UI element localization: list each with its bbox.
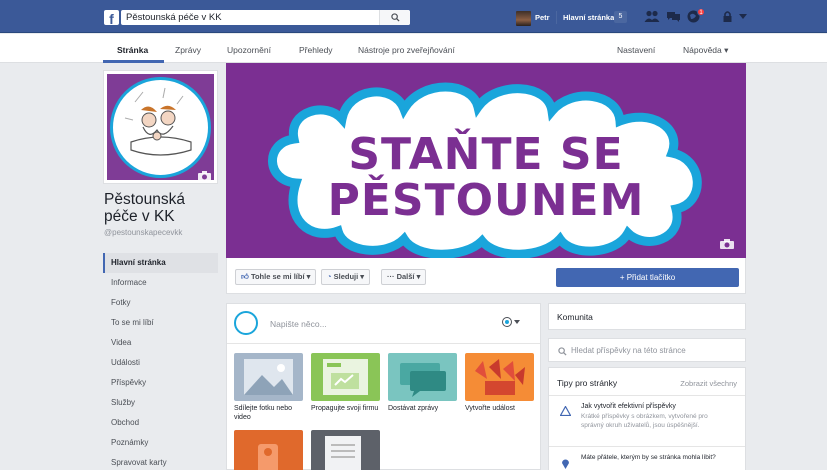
- home-count-badge: 5: [614, 11, 627, 23]
- user-avatar[interactable]: [516, 11, 531, 26]
- promote-business-label[interactable]: Propagujte svoji firmu: [311, 404, 383, 413]
- page-sidebar-nav: Hlavní stránka Informace Fotky To se mi …: [103, 253, 218, 470]
- tip-efficient-posts-description: Krátké příspěvky s obrázkem, vytvořené p…: [581, 413, 708, 429]
- add-button[interactable]: + Přidat tlačítko: [556, 268, 739, 287]
- tab-page[interactable]: Stránka: [117, 45, 148, 55]
- cover-headline-line1: STAŇTE SE: [348, 129, 624, 180]
- divider: [549, 395, 745, 396]
- page-post-search[interactable]: Hledat příspěvky na této stránce: [548, 338, 746, 362]
- share-photo-tile[interactable]: [234, 353, 303, 401]
- page-action-bar: 👍︎ Tohle se mi líbí ▾ ◔ Sleduji ▾ ··· Da…: [226, 258, 746, 294]
- triangle-tip-icon: [560, 406, 571, 416]
- search-box[interactable]: Pěstounská péče v KK: [121, 10, 410, 25]
- page-username: @pestounskapecevkk: [104, 228, 183, 237]
- sidebar-item-events[interactable]: Události: [103, 353, 218, 373]
- divider: [227, 343, 540, 344]
- get-messages-label[interactable]: Dostávat zprávy: [388, 404, 460, 413]
- user-name-link[interactable]: Petr: [535, 13, 550, 22]
- active-tab-indicator: [103, 60, 164, 63]
- follow-button-label: Sleduji ▾: [333, 272, 365, 281]
- sidebar-item-home[interactable]: Hlavní stránka: [103, 253, 218, 273]
- note-icon: [325, 436, 361, 470]
- facebook-logo-icon[interactable]: f: [104, 10, 119, 25]
- tab-notifications[interactable]: Upozornění: [227, 45, 271, 55]
- tab-messages[interactable]: Zprávy: [175, 45, 201, 55]
- sidebar-item-videos[interactable]: Videa: [103, 333, 218, 353]
- cover-photo[interactable]: STAŇTE SE PĚSTOUNEM: [226, 63, 746, 258]
- event-flags-icon: [475, 359, 525, 395]
- friend-requests-icon[interactable]: [644, 10, 660, 23]
- more-button[interactable]: ··· Další ▾: [381, 269, 427, 285]
- sidebar-item-likes[interactable]: To se mi líbí: [103, 313, 218, 333]
- page-post-search-input[interactable]: Hledat příspěvky na této stránce: [571, 346, 686, 355]
- page-tab-bar: Stránka Zprávy Upozornění Přehledy Nástr…: [0, 34, 827, 63]
- like-button[interactable]: 👍︎ Tohle se mi líbí ▾: [235, 269, 317, 285]
- sidebar-item-notes[interactable]: Poznámky: [103, 433, 218, 453]
- sidebar-item-photos[interactable]: Fotky: [103, 293, 218, 313]
- write-note-tile[interactable]: [311, 430, 380, 470]
- messages-icon[interactable]: [666, 10, 681, 23]
- share-photo-label[interactable]: Sdílejte fotku nebo video: [234, 404, 306, 422]
- sidebar-item-manage-tabs[interactable]: Spravovat karty: [103, 453, 218, 470]
- create-event-label[interactable]: Vytvořte událost: [465, 404, 537, 413]
- home-link[interactable]: Hlavní stránka: [563, 13, 614, 22]
- notifications-count-badge: 1: [697, 8, 705, 16]
- rss-icon: ◔: [327, 272, 332, 281]
- cover-camera-icon[interactable]: [720, 239, 734, 249]
- tip-invite-friends-title[interactable]: Máte přátele, kterým by se stránka mohla…: [581, 454, 731, 463]
- tip-efficient-posts-title[interactable]: Jak vytvořit efektivní příspěvky: [581, 403, 676, 410]
- community-card[interactable]: Komunita: [548, 303, 746, 330]
- get-messages-tile[interactable]: [388, 353, 457, 401]
- page-avatar: [234, 311, 258, 335]
- see-all-tips-link[interactable]: Zobrazit všechny: [680, 379, 737, 388]
- tag-icon: [258, 444, 278, 470]
- privacy-lock-icon[interactable]: [722, 10, 733, 23]
- sidebar-item-services[interactable]: Služby: [103, 393, 218, 413]
- page-title: Pěstounská péče v KK: [104, 191, 185, 225]
- top-bar: f Pěstounská péče v KK Petr Hlavní strán…: [0, 0, 827, 33]
- like-button-label: Tohle se mi líbí ▾: [250, 272, 311, 281]
- promote-chart-icon: [323, 359, 368, 395]
- post-composer: Napište něco... Sdílejte fotku nebo vide…: [226, 303, 541, 470]
- divider: [549, 446, 745, 447]
- search-icon: [391, 13, 400, 22]
- page-tips-title: Tipy pro stránky: [557, 378, 618, 388]
- tab-publishing-tools[interactable]: Nástroje pro zveřejňování: [358, 45, 455, 55]
- location-pin-icon: [562, 459, 569, 469]
- promote-business-tile[interactable]: [311, 353, 380, 401]
- camera-icon[interactable]: [198, 171, 211, 181]
- tab-insights[interactable]: Přehledy: [299, 45, 333, 55]
- offer-tile[interactable]: [234, 430, 303, 470]
- tab-settings[interactable]: Nastavení: [617, 45, 655, 55]
- create-event-tile[interactable]: [465, 353, 534, 401]
- profile-illustration: [110, 77, 211, 178]
- sidebar-item-about[interactable]: Informace: [103, 273, 218, 293]
- tab-help[interactable]: Nápověda ▾: [683, 45, 728, 56]
- family-sketch-image: [124, 87, 192, 156]
- divider: [556, 11, 557, 24]
- audience-selector-icon[interactable]: [502, 317, 520, 327]
- chat-bubble-icon: [400, 363, 446, 397]
- profile-picture-frame: [107, 74, 214, 180]
- thumbs-up-icon: 👍︎: [241, 272, 249, 281]
- follow-button[interactable]: ◔ Sleduji ▾: [321, 269, 371, 285]
- sidebar-item-shop[interactable]: Obchod: [103, 413, 218, 433]
- sidebar-item-posts[interactable]: Příspěvky: [103, 373, 218, 393]
- cover-headline-line2: PĚSTOUNEM: [327, 175, 645, 226]
- page-tips-card: Tipy pro stránky Zobrazit všechny Jak vy…: [548, 367, 746, 470]
- composer-input[interactable]: Napište něco...: [270, 319, 327, 329]
- community-title: Komunita: [557, 312, 593, 322]
- search-icon: [558, 347, 567, 356]
- search-button[interactable]: [379, 10, 410, 25]
- account-menu-chevron-icon[interactable]: [739, 14, 747, 19]
- photo-icon: [244, 359, 293, 395]
- search-input[interactable]: Pěstounská péče v KK: [126, 12, 222, 23]
- profile-picture[interactable]: [103, 70, 218, 184]
